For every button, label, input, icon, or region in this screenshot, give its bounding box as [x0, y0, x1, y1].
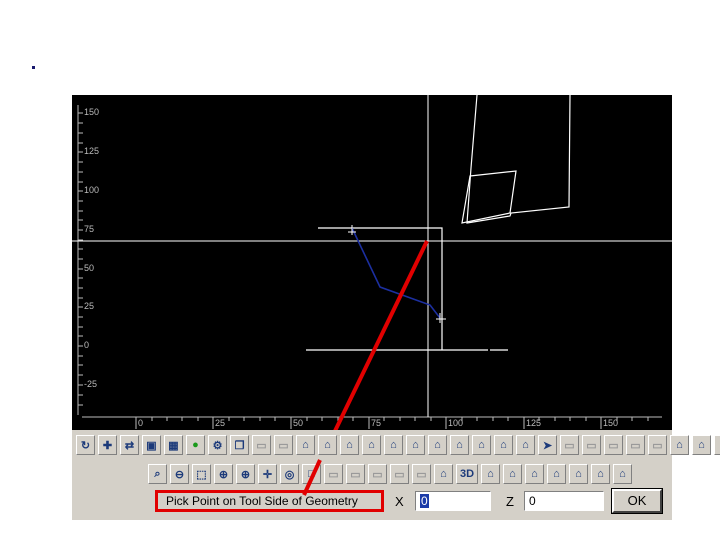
y-ruler-ticks: [78, 112, 83, 406]
select-icon[interactable]: ▦: [164, 435, 183, 455]
frame-icon[interactable]: □: [302, 464, 321, 484]
tool-icon[interactable]: ⌂: [516, 435, 535, 455]
y-tick-label: -25: [84, 379, 97, 389]
y-tick-label: 125: [84, 146, 99, 156]
disabled-icon: ▭: [252, 435, 271, 455]
zoom-window-icon[interactable]: ⬚: [192, 464, 211, 484]
disabled-icon: ▭: [324, 464, 343, 484]
tool-icon[interactable]: ⌂: [692, 435, 711, 455]
tool-icon[interactable]: ⌂: [406, 435, 425, 455]
x-tick-label: 0: [138, 418, 143, 428]
y-tick-label: 150: [84, 107, 99, 117]
tool-icon[interactable]: ⌂: [384, 435, 403, 455]
disabled-icon: ▭: [390, 464, 409, 484]
tool-icon[interactable]: ⌂: [362, 435, 381, 455]
tool-icon[interactable]: ⌂: [434, 464, 453, 484]
tool-icon[interactable]: ⌂: [525, 464, 544, 484]
y-tick-label: 50: [84, 263, 94, 273]
toolbar-bottom: ⌕ ⊖ ⬚ ⊕ ⊕ ✛ ◎ □ ▭ ▭ ▭ ▭ ▭ ⌂ 3D ⌂ ⌂ ⌂ ⌂ ⌂ ⌂ ⌂: [148, 461, 635, 487]
tool-icon[interactable]: ⌂: [296, 435, 315, 455]
zoom-fit-icon[interactable]: ⊕: [214, 464, 233, 484]
green-icon[interactable]: ●: [186, 435, 205, 455]
ok-button[interactable]: OK: [611, 488, 663, 514]
point-marker: [348, 225, 446, 323]
gear-icon[interactable]: ⚙: [208, 435, 227, 455]
tool-icon[interactable]: ⌂: [450, 435, 469, 455]
arrows-icon[interactable]: ⇄: [120, 435, 139, 455]
tool-icon[interactable]: ⌂: [613, 464, 632, 484]
save-icon[interactable]: ▣: [142, 435, 161, 455]
x-label: X: [395, 494, 404, 509]
disabled-icon: ▭: [626, 435, 645, 455]
copy-icon[interactable]: ❐: [230, 435, 249, 455]
disabled-icon: ▭: [648, 435, 667, 455]
add-icon[interactable]: ✚: [98, 435, 117, 455]
disabled-icon: ▭: [604, 435, 623, 455]
x-input[interactable]: 0: [415, 491, 491, 511]
zoom-all-icon[interactable]: ◎: [280, 464, 299, 484]
zoom-icon[interactable]: ⌕: [148, 464, 167, 484]
prompt-message: Pick Point on Tool Side of Geometry: [155, 490, 384, 512]
chuck-outline: [466, 95, 571, 224]
tool-icon[interactable]: ⌂: [569, 464, 588, 484]
arrow-icon[interactable]: ➤: [538, 435, 557, 455]
cam-application-window: 150 125 100 75 50 25 0 -25 0 25 50 75 10…: [72, 95, 720, 520]
y-tick-label: 75: [84, 224, 94, 234]
slide-bullet: [32, 66, 35, 69]
x-tick-label: 25: [215, 418, 225, 428]
geometry-canvas: 150 125 100 75 50 25 0 -25 0 25 50 75 10…: [72, 95, 672, 430]
tool-icon[interactable]: ⌂: [494, 435, 513, 455]
zoom-in-icon[interactable]: ⊕: [236, 464, 255, 484]
pan-icon[interactable]: ✛: [258, 464, 277, 484]
graphics-viewport[interactable]: 150 125 100 75 50 25 0 -25 0 25 50 75 10…: [72, 95, 672, 430]
view-3d-button[interactable]: 3D: [456, 464, 478, 484]
callout-arrow: [333, 240, 429, 430]
tool-icon[interactable]: ⌂: [503, 464, 522, 484]
x-tick-label: 150: [603, 418, 618, 428]
disabled-icon: ▭: [560, 435, 579, 455]
tool-icon[interactable]: ⌂: [670, 435, 689, 455]
disabled-icon: ▭: [582, 435, 601, 455]
x-ruler-ticks: [135, 417, 649, 429]
y-tick-label: 100: [84, 185, 99, 195]
tool-icon[interactable]: ⌂: [547, 464, 566, 484]
rotate-icon[interactable]: ↻: [76, 435, 95, 455]
tool-icon[interactable]: ⌂: [318, 435, 337, 455]
disabled-icon: ▭: [368, 464, 387, 484]
tool-icon[interactable]: ⌂: [481, 464, 500, 484]
zoom-out-icon[interactable]: ⊖: [170, 464, 189, 484]
toolbar-top: ↻✚⇄▣▦●⚙❐▭▭⌂⌂⌂⌂⌂⌂⌂⌂⌂⌂⌂➤▭▭▭▭▭⌂⌂⌂: [76, 432, 720, 458]
y-tick-label: 25: [84, 301, 94, 311]
tool-icon[interactable]: ⌂: [472, 435, 491, 455]
tool-icon[interactable]: ⌂: [428, 435, 447, 455]
disabled-icon: ▭: [274, 435, 293, 455]
disabled-icon: ▭: [412, 464, 431, 484]
x-tick-label: 75: [371, 418, 381, 428]
z-label: Z: [506, 494, 514, 509]
tool-icon[interactable]: ⌂: [591, 464, 610, 484]
tool-insert-outline: [461, 170, 517, 224]
y-tick-label: 0: [84, 340, 89, 350]
x-tick-label: 125: [526, 418, 541, 428]
tool-icon[interactable]: ⌂: [340, 435, 359, 455]
z-input[interactable]: 0: [524, 491, 604, 511]
disabled-icon: ▭: [346, 464, 365, 484]
x-tick-label: 50: [293, 418, 303, 428]
x-tick-label: 100: [448, 418, 463, 428]
tool-icon[interactable]: ⌂: [714, 435, 720, 455]
status-bar: Pick Point on Tool Side of Geometry X 0 …: [72, 487, 672, 519]
